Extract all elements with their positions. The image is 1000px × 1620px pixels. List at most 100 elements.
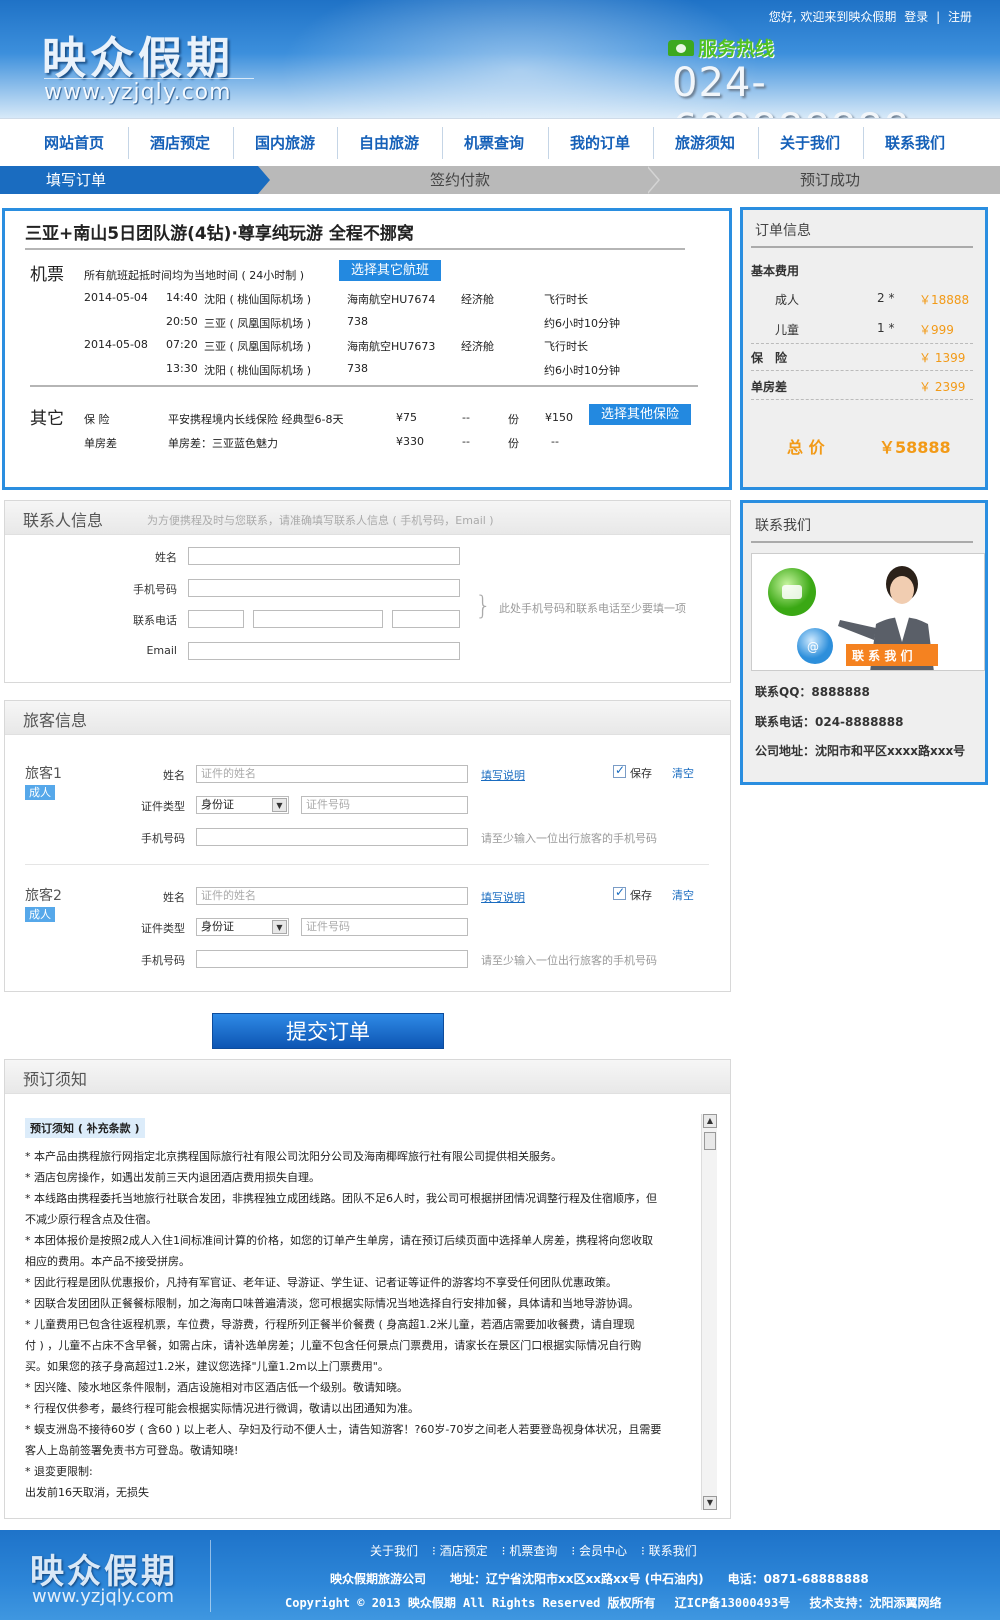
site-logo[interactable]: 映众假期 [42,22,234,86]
notice-scrollbar[interactable]: ▲ ▼ [701,1114,717,1510]
booking-notice-title: 预订须知 [23,1070,88,1089]
flight-airline: 738 [347,362,368,375]
other-price: ¥330 [396,435,424,448]
notice-line: * 本团体报价是按照2成人入住1间标准间计算的价格，如您的订单产生单房，请在预订… [25,1234,653,1247]
footer-link-hotel[interactable]: 酒店预定 [440,1544,488,1558]
notice-line: 出发前16天取消，无损失 [25,1486,149,1499]
nav-flight-search[interactable]: 机票查询 [442,119,546,167]
traveler-name-label: 姓名 [163,769,185,782]
contact-email-input[interactable] [188,642,460,660]
save-checkbox[interactable] [613,885,626,900]
contact-form-title: 联系人信息 [23,511,104,530]
nav-travel-notice[interactable]: 旅游须知 [653,119,757,167]
other-dash: -- [462,411,470,424]
nav-contact[interactable]: 联系我们 [863,119,967,167]
submit-order-button[interactable]: 提交订单 [212,1013,444,1049]
other-unit: 份 [508,437,519,450]
login-link[interactable]: 登录 [904,10,928,24]
traveler-mobile-input[interactable] [196,950,468,968]
chevron-down-icon: ▼ [272,798,287,812]
trip-title: 三亚+南山5日团队游(4钻)·尊享纯玩游 全程不挪窝 [25,224,414,244]
flight-date: 2014-05-08 [84,338,148,351]
traveler-mobile-hint: 请至少输入一位出行旅客的手机号码 [481,832,657,845]
single-room-row: 单房差 ￥ 2399 [751,378,973,395]
scroll-down-icon[interactable]: ▼ [703,1496,717,1510]
id-number-input[interactable]: 证件号码 [301,796,468,814]
footer-link-contact[interactable]: 联系我们 [649,1544,697,1558]
footer-link-about[interactable]: 关于我们 [370,1544,418,1558]
hotline: 服务热线 [668,34,774,61]
notice-line: 买。如果您的孩子身高超过1.2米，建议您选择"儿童1.2m以上门票费用"。 [25,1360,389,1373]
tel-area-input[interactable] [188,610,244,628]
fill-help-link[interactable]: 填写说明 [481,889,525,905]
notice-line: * 退変更限制: [25,1465,93,1478]
nav-my-orders[interactable]: 我的订单 [548,119,652,167]
scroll-up-icon[interactable]: ▲ [703,1114,717,1128]
booking-notice-section: 预订须知 预订须知 ( 补充条款 ) * 本产品由携程旅行网指定北京携程国际旅行… [4,1059,731,1519]
bracket-mark: } [475,591,492,621]
flight-place: 沈阳 ( 桃仙国际机场 ) [204,293,312,306]
traveler-mobile-label: 手机号码 [141,832,185,845]
footer-link-member[interactable]: 会员中心 [579,1544,627,1558]
nav-free-travel[interactable]: 自由旅游 [337,119,441,167]
choose-flight-button[interactable]: 选择其它航班 [339,260,441,281]
nav-home[interactable]: 网站首页 [22,119,126,167]
insurance-price: ￥ 1399 [919,351,966,365]
site-header: 映众假期 www.yzjqly.com 您好, 欢迎来到映众假期 登录 | 注册… [0,0,1000,118]
tel-number-input[interactable] [253,610,383,628]
step-fill-order: 填写订单 [0,166,258,194]
mobile-label: 手机号码 [133,583,177,596]
contact-name-input[interactable] [188,547,460,565]
traveler-section-title: 旅客信息 [23,711,88,730]
footer-link-flight[interactable]: 机票查询 [509,1544,557,1558]
order-info-panel: 订单信息 基本费用 成人 2 * ￥18888 儿童 1 * ￥999 保 险 … [740,207,988,490]
notice-tag: 预订须知 ( 补充条款 ) [25,1118,145,1138]
basic-fee-label: 基本费用 [751,264,800,278]
top-links: 您好, 欢迎来到映众假期 登录 | 注册 [765,8,972,25]
main-nav: 网站首页 酒店预定 国内旅游 自由旅游 机票查询 我的订单 旅游须知 关于我们 … [0,118,1000,166]
other-unit: 份 [508,413,519,426]
flight-label: 机票 [30,265,64,285]
adult-tag: 成人 [25,907,55,922]
adult-qty: 2 * [877,291,895,305]
contact-qq: 联系QQ：8888888 [755,685,870,699]
save-checkbox[interactable] [613,763,626,778]
hotline-number: 024-688888888 [672,60,909,118]
nav-domestic-travel[interactable]: 国内旅游 [233,119,337,167]
traveler-mobile-input[interactable] [196,828,468,846]
id-number-input[interactable]: 证件号码 [301,918,468,936]
flight-time: 20:50 [166,315,198,328]
footer-copyright: Copyright © 2013 映众假期 All Rights Reserve… [285,1596,942,1610]
traveler-name-input[interactable]: 证件的姓名 [196,765,468,783]
id-type-select[interactable]: 身份证 ▼ [196,796,289,814]
footer-address: 映众假期旅游公司 地址：辽宁省沈阳市xx区xx路xx号 (中石油内) 电话：08… [330,1572,869,1586]
other-total: -- [551,435,559,448]
tel-ext-input[interactable] [392,610,460,628]
scroll-thumb[interactable] [704,1132,716,1150]
id-type-select[interactable]: 身份证 ▼ [196,918,289,936]
notice-line: 付 ) ，儿童不占床不含早餐，如需占床，请补选单房差；儿童不包含任何景点门票费用… [25,1339,642,1352]
flight-time: 13:30 [166,362,198,375]
traveler-name-input[interactable]: 证件的姓名 [196,887,468,905]
choose-insurance-button[interactable]: 选择其他保险 [589,404,691,425]
other-name: 单房差 [84,437,117,450]
clear-link[interactable]: 清空 [672,887,694,903]
flight-cabin: 经济舱 [461,293,494,306]
notice-line: 不减少原行程含点及住宿。 [25,1213,157,1226]
step-success: 预订成功 [799,171,860,189]
flight-date: 2014-05-04 [84,291,148,304]
clear-link[interactable]: 清空 [672,765,694,781]
nav-about[interactable]: 关于我们 [758,119,862,167]
flight-place: 三亚 ( 凤凰国际机场 ) [204,340,312,353]
id-type-value: 身份证 [201,798,234,811]
nav-hotel[interactable]: 酒店预定 [128,119,232,167]
top-link-separator: | [936,10,941,24]
fill-help-link[interactable]: 填写说明 [481,767,525,783]
register-link[interactable]: 注册 [948,10,972,24]
contact-address: 公司地址：沈阳市和平区xxxx路xxx号 [755,744,966,758]
flight-place: 沈阳 ( 桃仙国际机场 ) [204,364,312,377]
contact-mobile-input[interactable] [188,579,460,597]
adult-label: 成人 [775,293,800,307]
logo-divider [44,78,254,79]
traveler-label: 旅客2 [25,888,62,904]
